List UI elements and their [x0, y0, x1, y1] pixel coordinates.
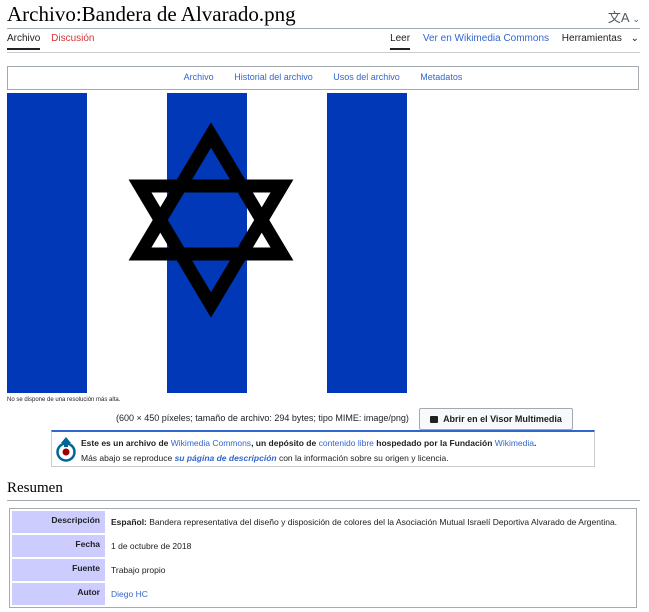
- author-link[interactable]: Diego HC: [111, 589, 148, 599]
- tab-ver-en-commons[interactable]: Ver en Wikimedia Commons: [423, 33, 549, 48]
- toc-link-archivo[interactable]: Archivo: [184, 72, 214, 82]
- page-title: Archivo:Bandera de Alvarado.png: [7, 2, 296, 26]
- section-divider: [7, 500, 640, 501]
- flag-stripe-left: [7, 93, 87, 393]
- tab-leer[interactable]: Leer: [390, 33, 411, 50]
- commons-notice-text: Este es un archivo de Wikimedia Commons,…: [81, 436, 536, 466]
- row-label-fuente: Fuente: [12, 559, 105, 581]
- translate-icon: 文A: [607, 10, 629, 25]
- flag-image[interactable]: [7, 93, 407, 393]
- commons-line1-d: .: [534, 438, 537, 448]
- description-language: Español:: [111, 517, 147, 527]
- flag-stripe-right: [327, 93, 407, 393]
- view-tabs: Leer Ver en Wikimedia Commons Herramient…: [380, 33, 639, 50]
- link-wikimedia[interactable]: Wikimedia: [495, 438, 534, 448]
- commons-notice: Este es un archivo de Wikimedia Commons,…: [51, 430, 595, 467]
- commons-line2-a: Más abajo se reproduce: [81, 453, 175, 463]
- row-value-descripcion: Español: Bandera representativa del dise…: [107, 511, 634, 533]
- table-row: Autor Diego HC: [12, 583, 634, 605]
- section-heading-resumen: Resumen: [7, 480, 63, 496]
- link-contenido-libre[interactable]: contenido libre: [319, 438, 374, 448]
- row-value-fecha: 1 de octubre de 2018: [111, 541, 192, 551]
- tab-discusion[interactable]: Discusión: [51, 33, 94, 48]
- language-selector[interactable]: 文A ⌄: [608, 7, 640, 26]
- link-description-page[interactable]: su página de descripción: [175, 453, 277, 463]
- toc-link-historial[interactable]: Historial del archivo: [234, 72, 313, 82]
- commons-line2-b: con la información sobre su origen y lic…: [276, 453, 449, 463]
- commons-line1-c: hospedado por la Fundación: [373, 438, 495, 448]
- toc-link-metadatos[interactable]: Metadatos: [420, 72, 462, 82]
- toc-link-usos[interactable]: Usos del archivo: [333, 72, 400, 82]
- row-label-fecha: Fecha: [12, 535, 105, 557]
- tools-menu-label: Herramientas: [561, 33, 622, 44]
- row-label-descripcion: Descripción: [12, 511, 105, 533]
- tab-archivo[interactable]: Archivo: [7, 33, 41, 50]
- image-icon: [430, 416, 439, 423]
- open-media-viewer-label: Abrir en el Visor Multimedia: [443, 414, 562, 424]
- table-row: Descripción Español: Bandera representat…: [12, 511, 634, 533]
- row-label-autor: Autor: [12, 583, 105, 605]
- tools-menu[interactable]: Herramientas ⌄: [562, 33, 639, 48]
- table-row: Fuente Trabajo propio: [12, 559, 634, 581]
- table-row: Fecha 1 de octubre de 2018: [12, 535, 634, 557]
- no-higher-resolution-note: No se dispone de una resolución más alta…: [7, 397, 121, 403]
- commons-logo-icon: [56, 437, 76, 462]
- file-info: (600 × 450 píxeles; tamaño de archivo: 2…: [116, 413, 409, 423]
- open-media-viewer-button[interactable]: Abrir en el Visor Multimedia: [419, 408, 573, 430]
- row-value-fuente: Trabajo propio: [111, 565, 166, 575]
- tabs-divider: [7, 52, 640, 53]
- description-text: Bandera representativa del diseño y disp…: [146, 517, 618, 527]
- chevron-down-icon: ⌄: [632, 14, 640, 24]
- title-divider: [7, 28, 640, 29]
- commons-line1-a: Este es un archivo de: [81, 438, 171, 448]
- link-wikimedia-commons[interactable]: Wikimedia Commons: [171, 438, 251, 448]
- namespace-tabs: Archivo Discusión: [7, 33, 103, 50]
- row-value-autor: Diego HC: [107, 583, 634, 605]
- commons-line1-b: , un depósito de: [251, 438, 319, 448]
- chevron-down-icon: ⌄: [630, 33, 639, 44]
- file-toc: Archivo Historial del archivo Usos del a…: [7, 66, 639, 90]
- summary-table: Descripción Español: Bandera representat…: [9, 508, 637, 608]
